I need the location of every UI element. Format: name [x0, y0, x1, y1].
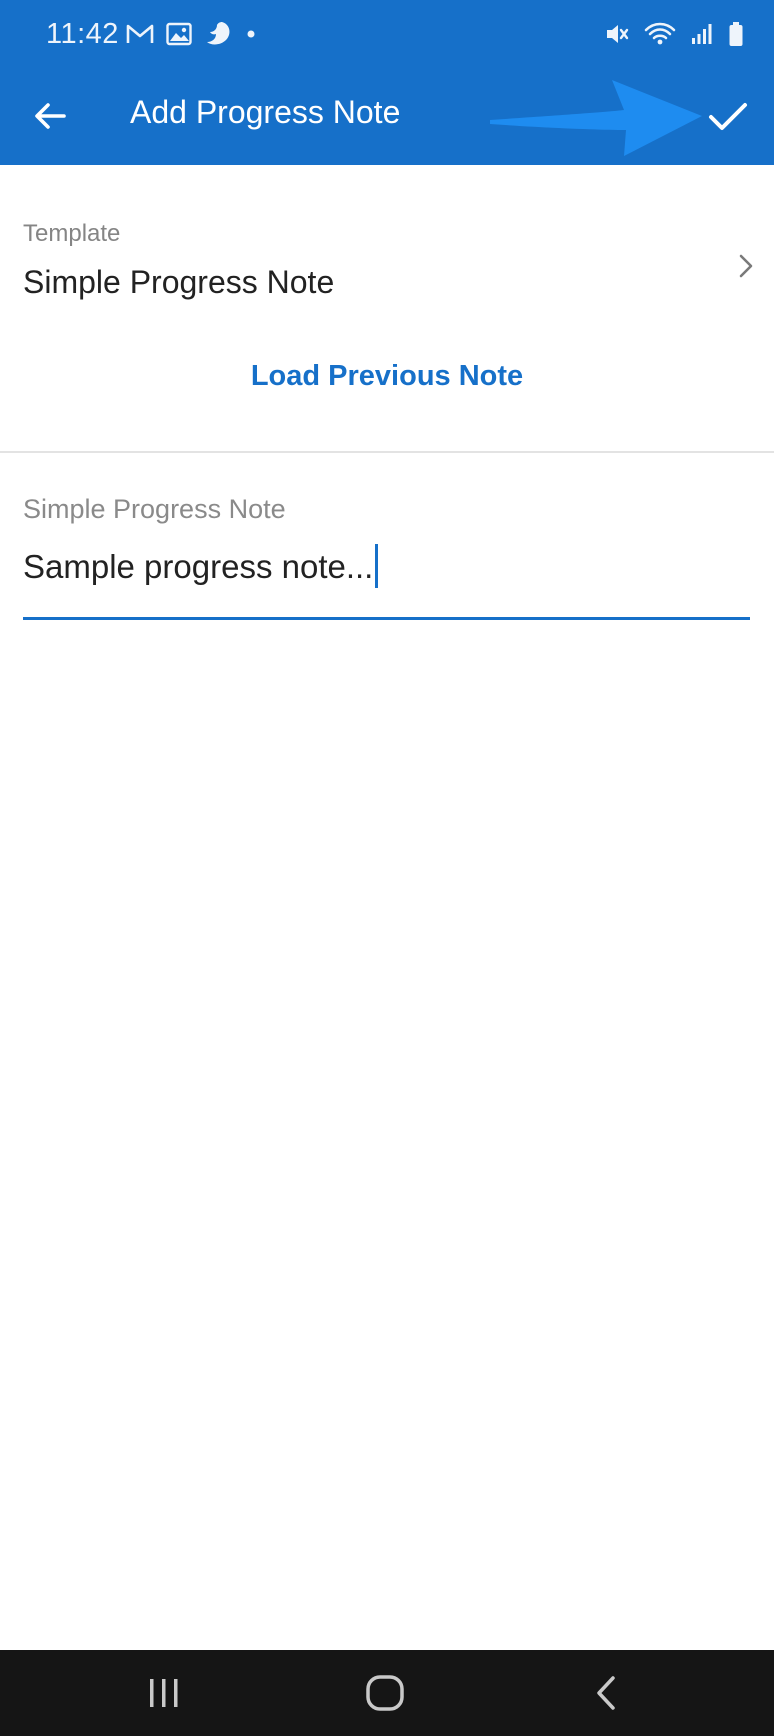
arrow-back-icon: [35, 103, 66, 129]
back-icon: [597, 1676, 615, 1710]
wifi-icon: [644, 22, 676, 45]
progress-note-input[interactable]: Sample progress note...: [23, 540, 750, 620]
recents-icon: [150, 1679, 178, 1707]
section-divider: [0, 451, 774, 453]
status-left-icons: [126, 18, 256, 50]
progress-note-text: Sample progress note...: [23, 548, 374, 585]
page-title: Add Progress Note: [130, 94, 401, 130]
top-bar: 11:42 Add Progress Note: [0, 0, 774, 165]
load-previous-note-button[interactable]: Load Previous Note: [0, 360, 774, 393]
gallery-icon: [166, 22, 192, 46]
screen: 11:42 Add Progress Note Template Simple …: [0, 0, 774, 1736]
template-value: Simple Progress Note: [23, 264, 335, 300]
template-label: Template: [23, 220, 121, 247]
battery-icon: [729, 22, 743, 46]
nav-back-button[interactable]: [576, 1668, 636, 1718]
home-button[interactable]: [355, 1668, 415, 1718]
app-notification-icon: [207, 22, 230, 45]
chevron-right-icon: [739, 254, 753, 278]
gmail-icon: [126, 24, 154, 43]
template-selector[interactable]: Template Simple Progress Note: [0, 165, 774, 315]
dot-icon: [247, 30, 255, 38]
app-bar: Add Progress Note: [0, 66, 774, 165]
status-bar: 11:42: [0, 0, 774, 66]
text-cursor: [375, 544, 378, 588]
back-button[interactable]: [22, 88, 78, 144]
system-nav-bar: [0, 1650, 774, 1736]
check-icon: [709, 103, 747, 130]
annotation-arrow: [490, 80, 702, 156]
status-right-icons: [604, 18, 744, 50]
mute-icon: [607, 25, 629, 43]
note-field-label: Simple Progress Note: [23, 494, 286, 524]
recents-button[interactable]: [134, 1668, 194, 1718]
signal-icon: [692, 24, 712, 44]
save-check-button[interactable]: [696, 84, 760, 148]
home-icon: [366, 1675, 404, 1711]
status-time: 11:42: [46, 18, 119, 50]
